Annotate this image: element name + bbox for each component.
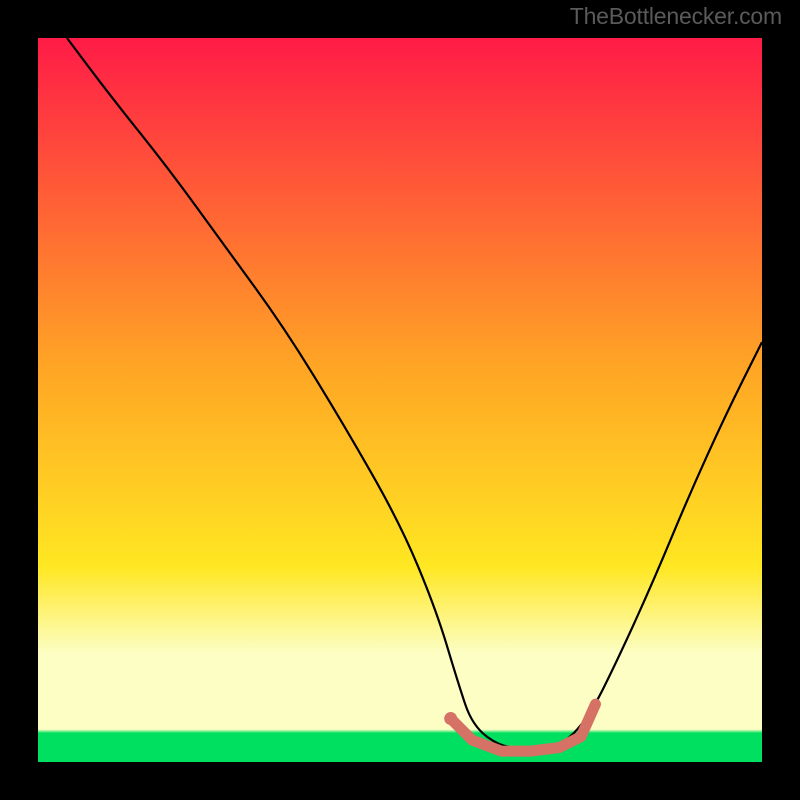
gradient-background <box>38 38 762 762</box>
plot-area <box>38 38 762 762</box>
watermark: TheBottlenecker.com <box>570 3 782 30</box>
optimal-point-marker <box>444 712 457 725</box>
bottleneck-chart-svg <box>38 38 762 762</box>
chart-frame: TheBottlenecker.com <box>0 0 800 800</box>
